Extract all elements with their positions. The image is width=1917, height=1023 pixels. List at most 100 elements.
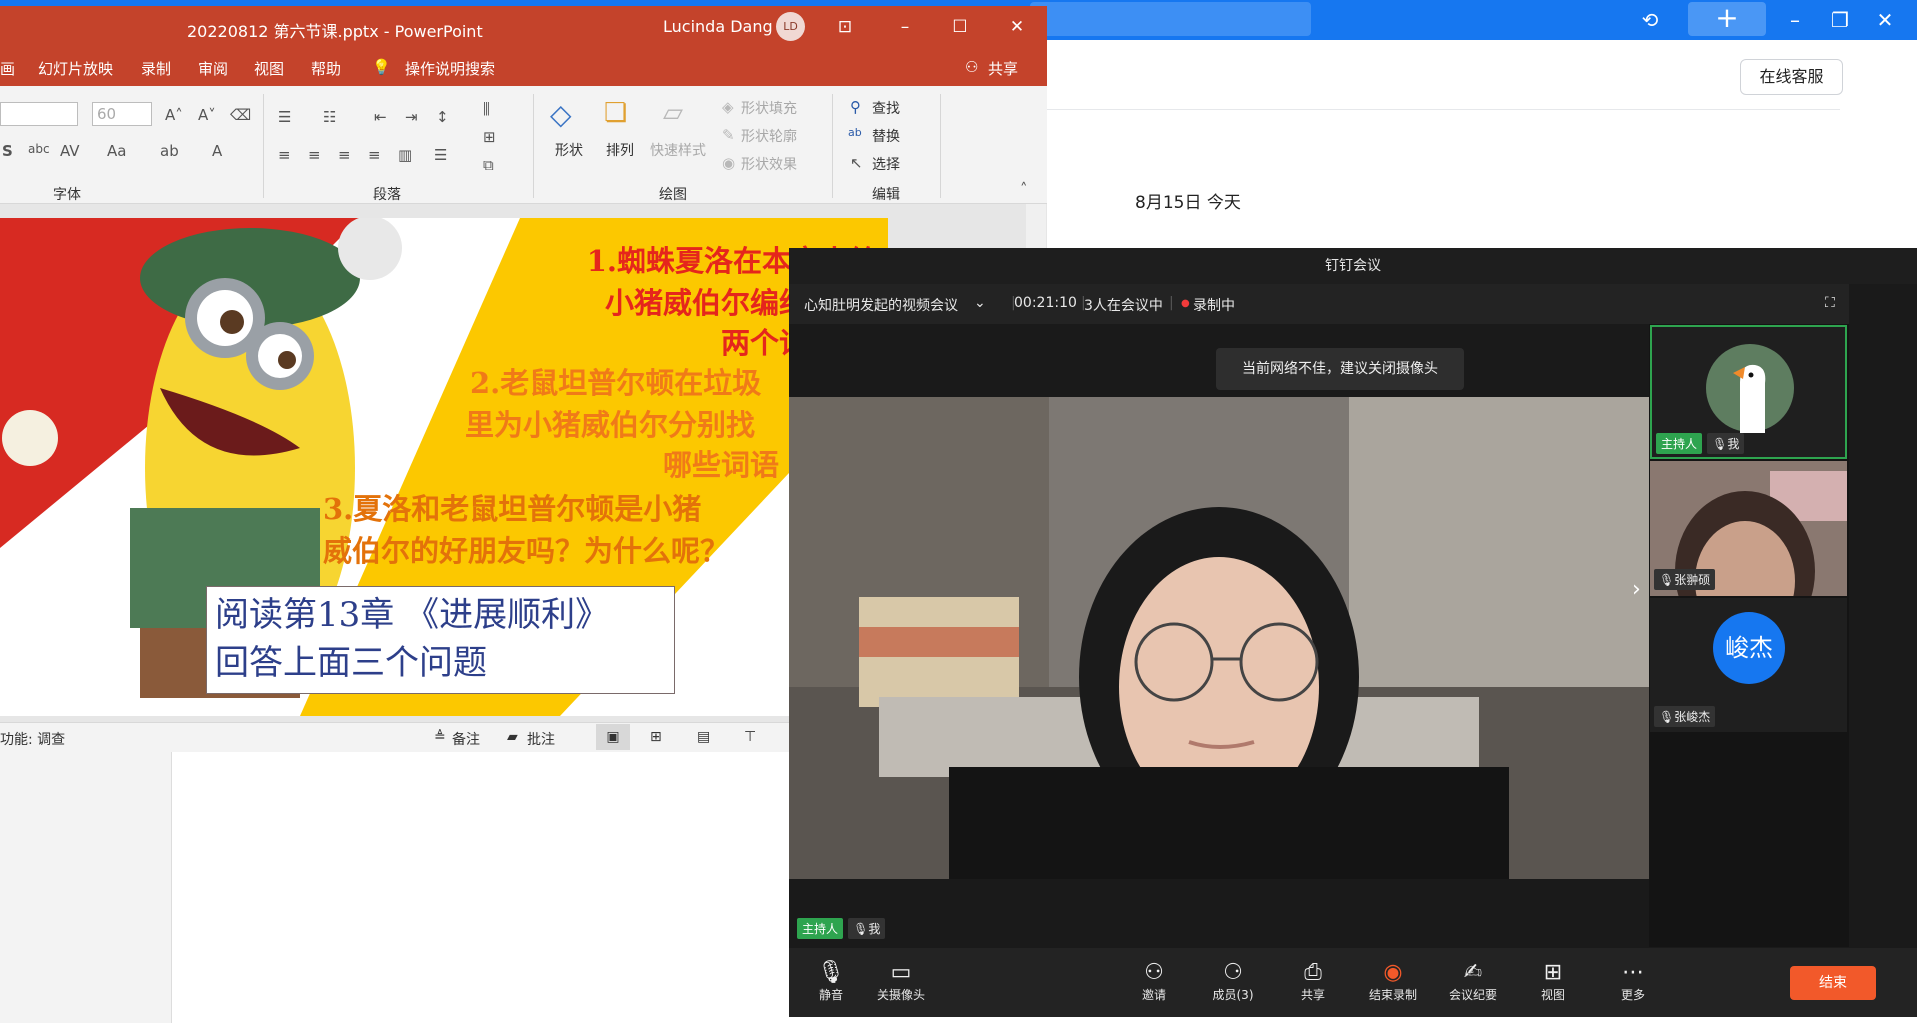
align-center-icon[interactable]: ≡ (308, 146, 321, 164)
minimize-icon[interactable]: – (1775, 0, 1815, 40)
select-button[interactable]: 选择 (872, 154, 900, 174)
share-button[interactable]: 共享 (988, 58, 1018, 79)
add-button[interactable]: + (1688, 2, 1766, 36)
shape-fill-button[interactable]: 形状填充 (741, 98, 797, 118)
camera-off-button[interactable]: ▭ 关摄像头 (869, 960, 933, 1003)
restore-icon[interactable]: ❐ (1820, 0, 1860, 40)
align-left-icon[interactable]: ≡ (278, 146, 291, 164)
smartart-icon[interactable]: ⧉ (483, 156, 494, 174)
find-button[interactable]: 查找 (872, 98, 900, 118)
slide-sorter-icon[interactable]: ⊞ (650, 729, 662, 745)
status-accessibility[interactable]: 功能: 调查 (0, 729, 65, 749)
chevron-down-icon[interactable]: ⌄ (974, 295, 986, 311)
text-direction-icon[interactable]: ⫼ (483, 100, 490, 118)
line-spacing-icon[interactable]: ↕ (436, 108, 449, 126)
mute-button[interactable]: 🎙 静音 (799, 960, 863, 1003)
mic-muted-icon: 🎙 (1659, 573, 1675, 587)
align-text-icon[interactable]: ⊞ (483, 128, 496, 146)
shape-outline-button[interactable]: 形状轮廓 (741, 126, 797, 146)
increase-font-icon[interactable]: A˄ (165, 106, 183, 124)
view-button[interactable]: ⊞ 视图 (1521, 960, 1585, 1003)
highlight-icon[interactable]: ab (160, 142, 179, 160)
more-button[interactable]: ⋯ 更多 (1601, 960, 1665, 1003)
participant-name: 🎙张翀硕 (1654, 569, 1716, 590)
participant-tile-self[interactable]: 主持人 🎙我 (1650, 325, 1847, 459)
quick-styles-icon[interactable]: ▱ (663, 98, 683, 128)
decrease-font-icon[interactable]: A˅ (198, 106, 216, 124)
menu-item-record[interactable]: 录制 (141, 58, 171, 79)
char-spacing-icon[interactable]: AV (60, 142, 80, 160)
collapse-ribbon-icon[interactable]: ˄ (1020, 180, 1028, 198)
members-button[interactable]: ⚆ 成员(3) (1201, 960, 1265, 1003)
menu-item-review[interactable]: 审阅 (198, 58, 228, 79)
decrease-indent-icon[interactable]: ⇤ (374, 108, 387, 126)
meeting-elapsed: 00:21:10 (1014, 295, 1077, 311)
participant-name: 🎙张峻杰 (1654, 706, 1716, 727)
dingtalk-search-bar[interactable] (1030, 2, 1311, 36)
shapes-icon[interactable]: ◇ (550, 98, 572, 131)
meeting-minutes-button[interactable]: ✍ 会议纪要 (1441, 960, 1505, 1003)
reading-task-textbox[interactable]: 阅读第13章 《进展顺利》 回答上面三个问题 (206, 586, 675, 694)
participant-tile[interactable]: 峻杰 🎙张峻杰 (1650, 598, 1847, 732)
tell-me-search[interactable]: 操作说明搜索 (405, 58, 495, 79)
end-recording-button[interactable]: ◉ 结束录制 (1361, 960, 1425, 1003)
participant-count[interactable]: 3人在会议中 (1084, 295, 1163, 315)
strikethrough-icon[interactable]: abc (28, 142, 50, 156)
quick-styles-button[interactable]: 快速样式 (650, 140, 706, 160)
fullscreen-icon[interactable]: ⛶ (1825, 295, 1835, 311)
notes-button[interactable]: 备注 (452, 729, 480, 749)
menu-item-slideshow[interactable]: 幻灯片放映 (38, 58, 113, 79)
meeting-window-title: 钉钉会议 (789, 248, 1917, 284)
participant-tile[interactable]: 🎙张翀硕 (1650, 461, 1847, 596)
self-name: 我 (868, 922, 881, 936)
reading-view-icon[interactable]: ▤ (697, 729, 710, 745)
bullets-icon[interactable]: ☰ (278, 108, 291, 126)
menu-item-view[interactable]: 视图 (254, 58, 284, 79)
numbering-icon[interactable]: ☷ (323, 108, 336, 126)
close-icon[interactable]: ✕ (997, 10, 1037, 44)
shadow-icon[interactable]: S (2, 142, 13, 160)
maximize-icon[interactable]: ☐ (940, 10, 980, 44)
justify-icon[interactable]: ≡ (368, 146, 381, 164)
arrange-icon[interactable]: ❏ (604, 98, 627, 128)
slideshow-icon[interactable]: ⊤ (744, 729, 756, 745)
font-color-icon[interactable]: A (212, 142, 222, 160)
paint-bucket-icon: ◈ (722, 98, 734, 116)
video-frame (789, 397, 1649, 879)
participant-name-text: 我 (1727, 437, 1740, 451)
online-service-button[interactable]: 在线客服 (1740, 59, 1843, 95)
menu-item[interactable]: 画 (0, 58, 15, 79)
chevron-right-icon[interactable]: › (1632, 577, 1641, 602)
increase-indent-icon[interactable]: ⇥ (405, 108, 418, 126)
participant-label: 🎙张翀硕 (1654, 569, 1716, 590)
meeting-name[interactable]: 心知肚明发起的视频会议 (804, 295, 958, 315)
share-button[interactable]: ⎙ 共享 (1281, 960, 1345, 1003)
menu-item-help[interactable]: 帮助 (311, 58, 341, 79)
distributed-icon[interactable]: ▥ (398, 146, 412, 164)
history-icon[interactable]: ⟲ (1630, 0, 1670, 40)
columns-icon[interactable]: ☰ (434, 146, 447, 164)
minutes-label: 会议纪要 (1448, 988, 1497, 1002)
comments-button[interactable]: 批注 (527, 729, 555, 749)
shape-effects-button[interactable]: 形状效果 (741, 154, 797, 174)
close-icon[interactable]: ✕ (1865, 0, 1905, 40)
divider (1047, 109, 1840, 110)
invite-button[interactable]: ⚇ 邀请 (1122, 960, 1186, 1003)
end-meeting-button[interactable]: 结束 (1790, 966, 1876, 1000)
question-1-line-2: 小猪威伯尔编织 (604, 286, 808, 320)
minimize-icon[interactable]: – (885, 10, 925, 44)
clear-format-icon[interactable]: ⌫ (230, 106, 251, 124)
font-name-input[interactable] (0, 102, 78, 126)
shapes-button[interactable]: 形状 (555, 140, 583, 160)
normal-view-icon[interactable]: ▣ (596, 724, 630, 750)
ribbon-display-icon[interactable]: ⊡ (825, 10, 865, 44)
change-case-icon[interactable]: Aa (107, 142, 126, 160)
group-label-editing: 编辑 (872, 187, 900, 203)
arrange-button[interactable]: 排列 (606, 140, 634, 160)
share-icon: ⚇ (965, 58, 979, 76)
font-size-input[interactable]: 60 (92, 102, 152, 126)
align-right-icon[interactable]: ≡ (338, 146, 351, 164)
replace-button[interactable]: 替换 (872, 126, 900, 146)
avatar[interactable]: LD (776, 12, 805, 41)
comment-icon: ▰ (507, 729, 518, 745)
